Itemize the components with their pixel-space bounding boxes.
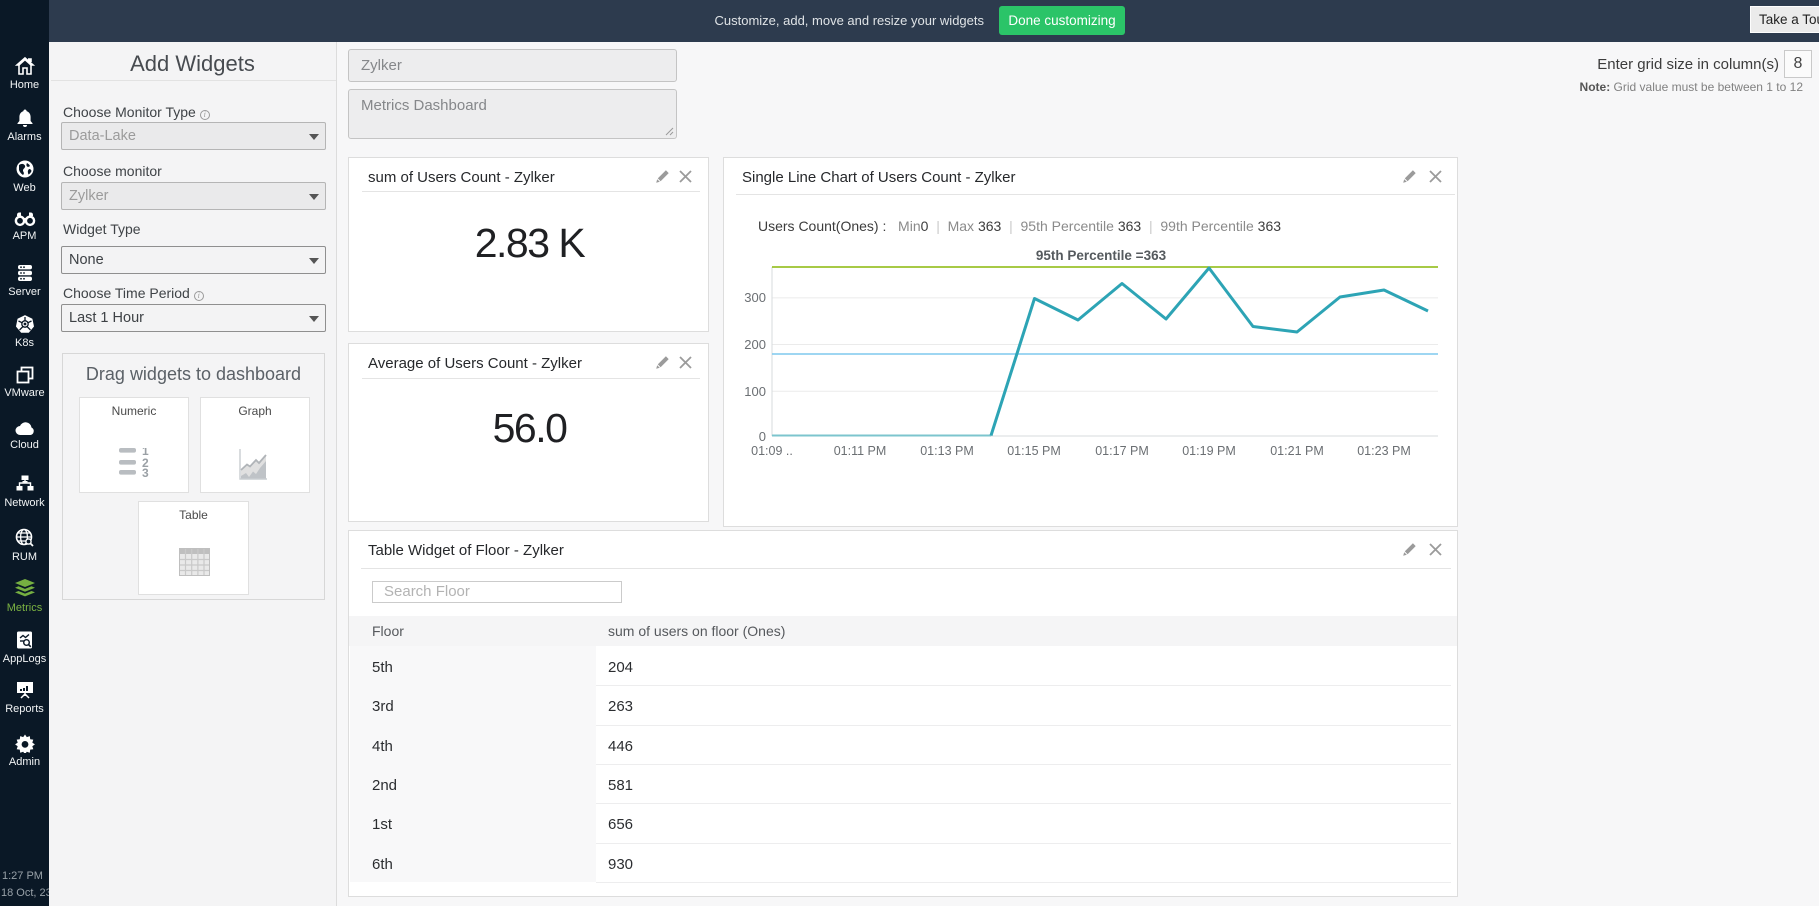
svg-text:01:21 PM: 01:21 PM	[1270, 444, 1324, 458]
svg-text:0: 0	[759, 429, 766, 444]
svg-text:01:23 PM: 01:23 PM	[1357, 444, 1411, 458]
svg-text:01:13 PM: 01:13 PM	[920, 444, 974, 458]
svg-text:01:17 PM: 01:17 PM	[1095, 444, 1149, 458]
svg-text:200: 200	[744, 337, 766, 352]
svg-text:300: 300	[744, 290, 766, 305]
svg-text:01:11 PM: 01:11 PM	[834, 444, 887, 458]
svg-text:01:19 PM: 01:19 PM	[1182, 444, 1236, 458]
svg-text:100: 100	[744, 384, 766, 399]
svg-text:01:15 PM: 01:15 PM	[1007, 444, 1061, 458]
svg-text:01:09 ..: 01:09 ..	[751, 444, 793, 458]
